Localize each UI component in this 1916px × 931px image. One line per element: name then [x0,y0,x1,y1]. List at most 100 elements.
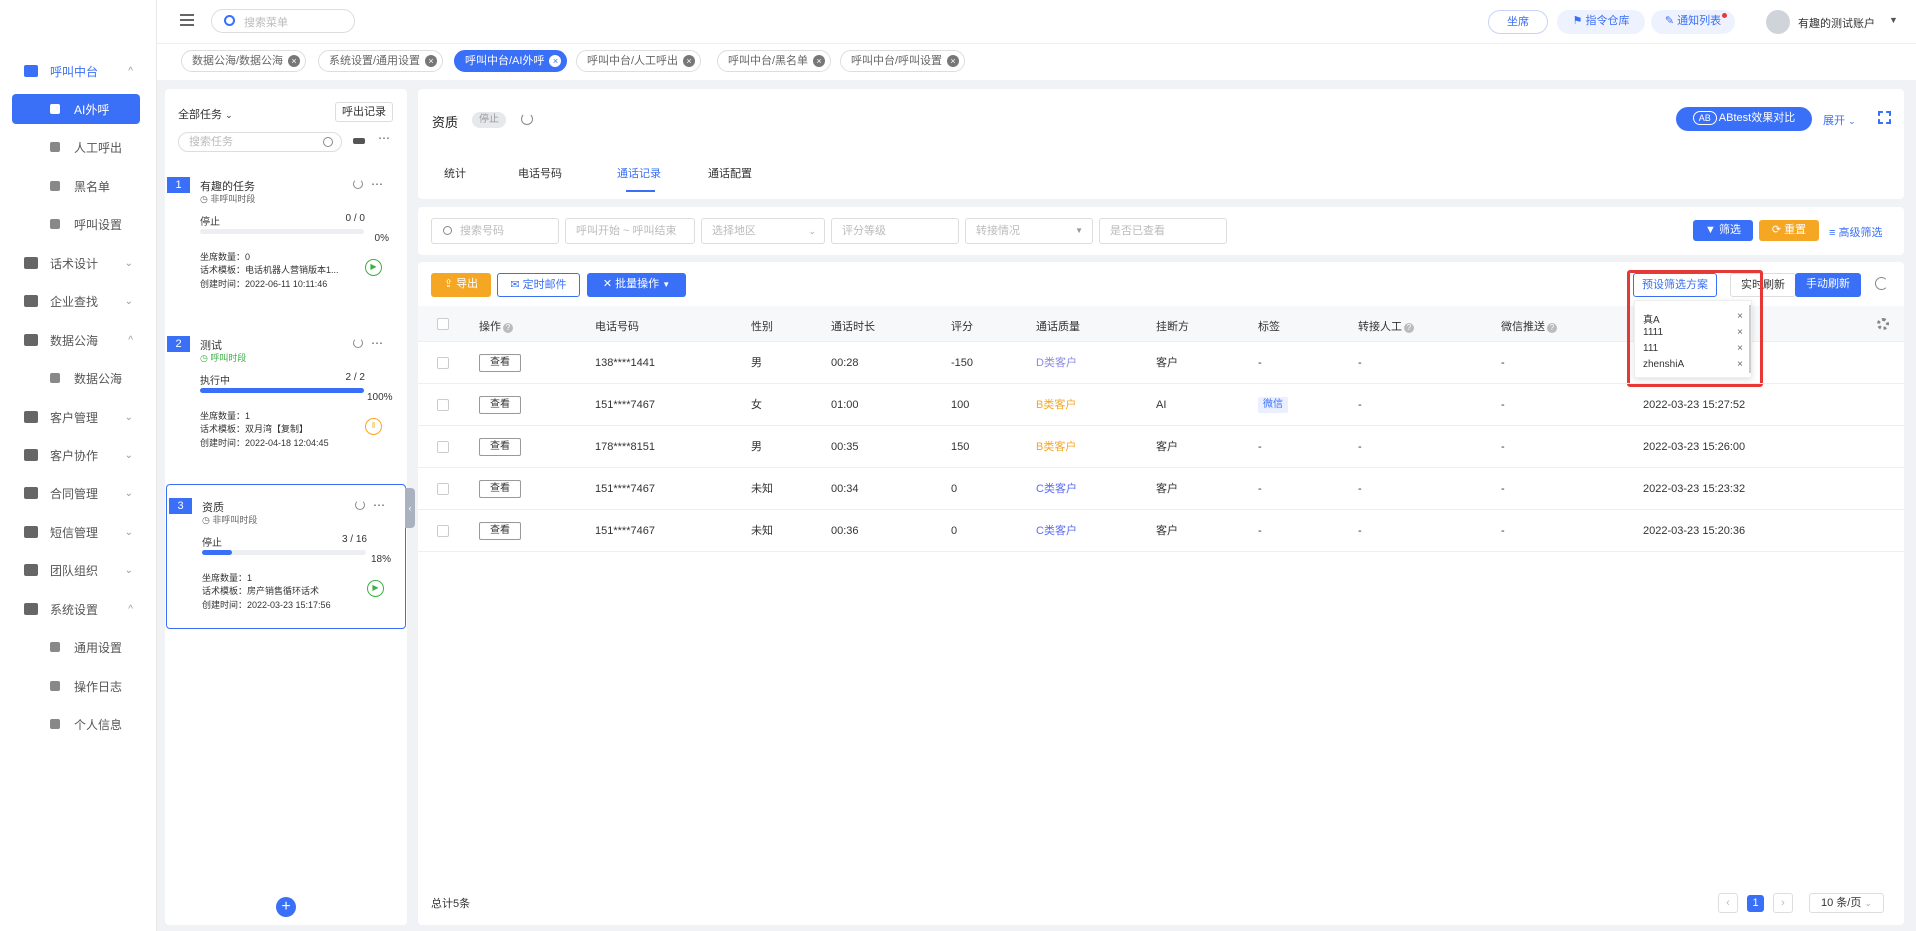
export-button[interactable]: ⇪ 导出 [431,273,491,297]
sidebar-item[interactable]: 呼叫设置 [12,209,140,239]
view-button[interactable]: 查看 [479,522,521,540]
task-filter-dropdown[interactable]: 全部任务 ⌄ [178,106,233,122]
account-name[interactable]: 有趣的测试账户 [1798,15,1875,31]
chevron-down-icon[interactable]: ⌄ [125,565,133,576]
reset-button[interactable]: ⟳ 重置 [1759,220,1819,241]
row-checkbox[interactable] [437,357,449,369]
transfer-select[interactable]: 转接情况 ▼ [965,218,1093,244]
task-search-input[interactable]: 搜索任务 [178,132,342,152]
more-icon[interactable]: ⋯ [371,177,383,191]
tab-tag[interactable]: 呼叫中台/黑名单 × [717,50,832,72]
refresh-icon[interactable] [353,338,363,348]
row-checkbox[interactable] [437,399,449,411]
column-settings-icon[interactable] [1877,318,1889,330]
sidebar-item[interactable]: 人工呼出 [12,132,140,162]
view-button[interactable]: 查看 [479,438,521,456]
notify-list-button[interactable]: ✎ 通知列表 [1651,10,1735,34]
seat-button[interactable]: 坐席 [1488,10,1548,34]
page-size-select[interactable]: 10 条/页 ⌄ [1809,893,1884,913]
sidebar-item[interactable]: 企业查找 ⌄ [0,286,157,316]
manual-refresh-button[interactable]: 手动刷新 [1795,273,1861,297]
sidebar-item[interactable]: 呼叫中台 ^ [0,56,157,86]
expand-toggle[interactable]: 展开 ⌄ [1823,112,1856,128]
tab-tag[interactable]: 数据公海/数据公海 × [181,50,307,72]
account-caret-icon[interactable]: ▼ [1889,15,1898,25]
sidebar-item[interactable]: 客户协作 ⌄ [0,440,157,470]
row-checkbox[interactable] [437,483,449,495]
chevron-down-icon[interactable]: ⌄ [125,527,133,538]
help-icon[interactable]: ? [1404,323,1414,333]
sidebar-item[interactable]: 话术设计 ⌄ [0,248,157,278]
table-row[interactable]: 查看 138****1441 男 00:28 -150 D类客户 客户 - - - [418,342,1904,384]
select-all-checkbox[interactable] [437,318,449,330]
tab-tag[interactable]: 呼叫中台/呼叫设置 × [840,50,966,72]
play-icon[interactable]: ▶ [367,580,384,597]
chevron-down-icon[interactable]: ⌄ [125,412,133,423]
sidebar-item[interactable]: 团队组织 ⌄ [0,555,157,585]
chevron-up-icon[interactable]: ^ [128,66,133,77]
chevron-up-icon[interactable]: ^ [128,604,133,615]
tab-tag[interactable]: 呼叫中台/AI外呼 × [454,50,568,72]
refresh-icon[interactable] [1875,277,1888,290]
scheduled-mail-button[interactable]: ✉ 定时邮件 [497,273,580,297]
close-icon[interactable]: × [683,55,696,67]
tab[interactable]: 电话号码 [518,165,562,181]
sidebar-item[interactable]: 通用设置 [12,632,140,662]
task-card[interactable]: 2 测试 ⋯ ◷ 呼叫时段 执行中 2 / 2 100% 坐席数量：1 话术模板：双月湾【复制】… [165,336,407,466]
pause-icon[interactable]: ‖ [365,418,382,435]
tab-tag[interactable]: 系统设置/通用设置 × [318,50,444,72]
close-icon[interactable]: × [947,55,960,67]
chevron-down-icon[interactable]: ⌄ [125,488,133,499]
call-time-range-input[interactable]: 呼叫开始 ~ 呼叫结束 [565,218,695,244]
menu-toggle-icon[interactable] [180,14,194,26]
close-icon[interactable]: × [813,55,826,67]
more-icon[interactable]: ⋯ [378,131,390,145]
collapse-handle[interactable]: ‹ [405,488,415,528]
call-records-button[interactable]: 呼出记录 [335,102,393,122]
sidebar-item[interactable]: 客户管理 ⌄ [0,402,157,432]
sidebar-item[interactable]: 系统设置 ^ [0,594,157,624]
row-checkbox[interactable] [437,441,449,453]
sidebar-item[interactable]: AI外呼 [12,94,140,124]
sidebar-item[interactable]: 短信管理 ⌄ [0,517,157,547]
tab-tag[interactable]: 呼叫中台/人工呼出 × [576,50,702,72]
table-row[interactable]: 查看 151****7467 未知 00:34 0 C类客户 客户 - - - 2022-03-23… [418,468,1904,510]
view-button[interactable]: 查看 [479,480,521,498]
play-icon[interactable]: ▶ [365,259,382,276]
command-store-button[interactable]: ⚑ 指令仓库 [1557,10,1645,34]
close-icon[interactable]: × [549,55,562,67]
help-icon[interactable]: ? [503,323,513,333]
task-card[interactable]: 3 资质 ⋯ ◷ 非呼叫时段 停止 3 / 16 18% 坐席数量：1 话术模板：房产销售循环话… [166,484,406,629]
help-icon[interactable]: ? [1547,323,1557,333]
chevron-up-icon[interactable]: ^ [128,335,133,346]
ab-test-button[interactable]: AB ABtest效果对比 [1676,107,1812,131]
prev-page-button[interactable]: ‹ [1718,893,1738,913]
refresh-icon[interactable] [355,500,365,510]
sidebar-item[interactable]: 个人信息 [12,709,140,739]
add-task-button[interactable]: + [276,897,296,917]
refresh-icon[interactable] [353,179,363,189]
more-icon[interactable]: ⋯ [371,336,383,350]
sidebar-item[interactable]: 数据公海 [12,363,140,393]
page-number[interactable]: 1 [1747,895,1764,912]
sidebar-item[interactable]: 数据公海 ^ [0,325,157,355]
region-select[interactable]: 选择地区 ⌄ [701,218,825,244]
filter-button[interactable]: ▼ 筛选 [1693,220,1753,241]
sidebar-item[interactable]: 操作日志 [12,671,140,701]
menu-search[interactable]: 搜索菜单 [211,9,355,33]
tab[interactable]: 统计 [444,165,466,181]
view-button[interactable]: 查看 [479,354,521,372]
sidebar-item[interactable]: 合同管理 ⌄ [0,478,157,508]
menu-search-input[interactable]: 搜索菜单 [244,14,288,30]
more-icon[interactable]: ⋯ [373,498,385,512]
chevron-down-icon[interactable]: ⌄ [125,296,133,307]
chevron-down-icon[interactable]: ⌄ [125,258,133,269]
row-checkbox[interactable] [437,525,449,537]
fullscreen-icon[interactable] [1878,111,1891,124]
tab[interactable]: 通话记录 [617,165,661,181]
view-button[interactable]: 查看 [479,396,521,414]
close-icon[interactable]: × [288,55,301,67]
sidebar-item[interactable]: 黑名单 [12,171,140,201]
next-page-button[interactable]: › [1773,893,1793,913]
rating-select[interactable]: 评分等级 [831,218,959,244]
